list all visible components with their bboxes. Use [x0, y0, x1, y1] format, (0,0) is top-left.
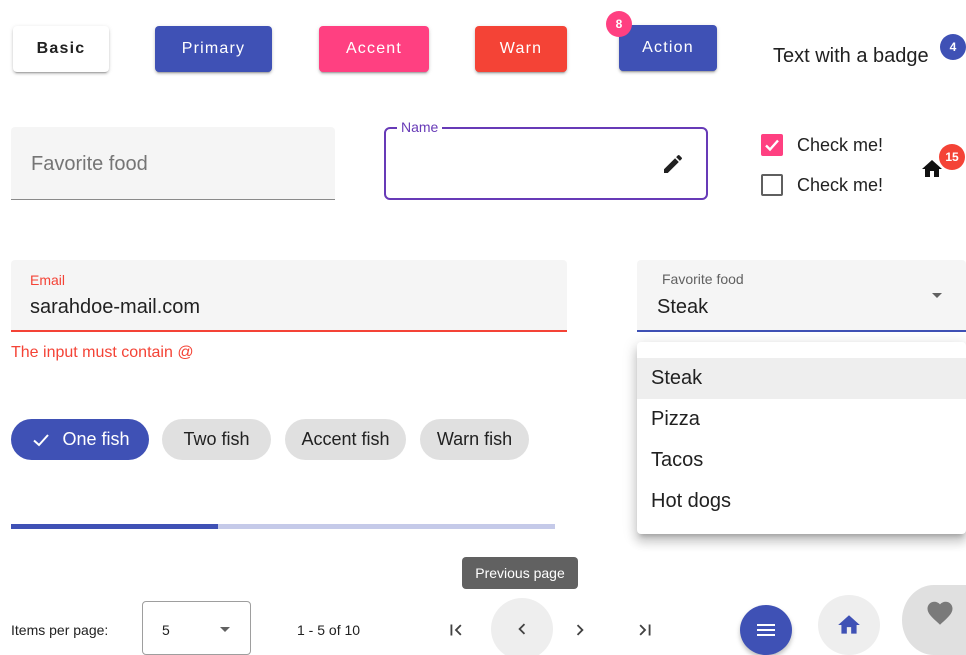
- food-dropdown-panel: Steak Pizza Tacos Hot dogs: [637, 342, 966, 534]
- food-select[interactable]: Favorite food Steak: [637, 260, 966, 332]
- first-page-icon: [450, 624, 462, 636]
- email-underline: [11, 330, 567, 332]
- checkbox-label-2: Check me!: [797, 175, 884, 195]
- email-label: Email: [30, 272, 66, 288]
- last-page-icon: [639, 624, 651, 636]
- home-badge: 15: [939, 144, 965, 170]
- chip-accent-fish[interactable]: Accent fish: [285, 419, 406, 460]
- food-select-value: Steak: [657, 296, 709, 318]
- primary-button[interactable]: Primary: [155, 26, 272, 72]
- chip-one-fish[interactable]: One fish: [11, 419, 149, 460]
- favorite-food-input[interactable]: Favorite food: [11, 127, 335, 200]
- check-icon: [33, 433, 50, 446]
- chevron-left-icon: [518, 623, 526, 635]
- chevron-right-icon: [576, 624, 584, 636]
- page-size-select[interactable]: 5: [142, 601, 251, 655]
- chip-warn-fish[interactable]: Warn fish: [420, 419, 529, 460]
- page-range-label: 1 - 5 of 10: [297, 622, 361, 638]
- progress-bar-fill: [11, 524, 218, 529]
- badge-text: Text with a badge: [773, 45, 929, 67]
- email-field[interactable]: Email sarahdoe-mail.com: [11, 260, 567, 332]
- pencil-icon: [661, 152, 685, 181]
- favorite-fab[interactable]: [902, 585, 966, 655]
- previous-page-button[interactable]: [491, 598, 553, 655]
- checkbox-checked[interactable]: [761, 134, 783, 156]
- chip-label: Two fish: [183, 429, 250, 449]
- accent-button[interactable]: Accent: [319, 26, 429, 72]
- chip-label: One fish: [62, 429, 130, 449]
- page-size-value: 5: [162, 622, 170, 638]
- menu-fab[interactable]: [740, 605, 792, 655]
- heart-icon: [927, 601, 953, 625]
- arrow-drop-down-icon: [217, 622, 233, 643]
- home-fab[interactable]: [818, 595, 880, 655]
- chip-two-fish[interactable]: Two fish: [162, 419, 271, 460]
- text-badge: 4: [940, 34, 966, 60]
- first-page-button[interactable]: [438, 612, 474, 648]
- option-steak[interactable]: Steak: [637, 358, 966, 399]
- email-error: The input must contain @: [11, 344, 194, 361]
- arrow-drop-down-icon: [929, 288, 945, 309]
- favorite-food-placeholder: Favorite food: [31, 153, 148, 175]
- items-per-page-label: Items per page:: [11, 622, 109, 638]
- action-badge: 8: [606, 11, 632, 37]
- check-icon: [765, 139, 779, 152]
- chip-label: Accent fish: [301, 429, 390, 449]
- email-value: sarahdoe-mail.com: [30, 296, 201, 318]
- name-label: Name: [397, 119, 443, 135]
- home-icon: [838, 615, 860, 634]
- select-underline: [637, 330, 966, 332]
- menu-icon: [757, 624, 775, 636]
- option-tacos[interactable]: Tacos: [637, 440, 966, 481]
- basic-button[interactable]: Basic: [13, 26, 109, 72]
- next-page-button[interactable]: [562, 612, 598, 648]
- last-page-button[interactable]: [627, 612, 663, 648]
- progress-bar: [11, 524, 555, 529]
- action-button[interactable]: Action: [619, 25, 717, 71]
- checkbox-unchecked[interactable]: [761, 174, 783, 196]
- name-field[interactable]: Name: [384, 119, 708, 200]
- input-underline: [11, 199, 335, 200]
- warn-button[interactable]: Warn: [475, 26, 567, 72]
- food-select-label: Favorite food: [662, 271, 744, 287]
- checkbox-label-1: Check me!: [797, 135, 884, 155]
- chip-label: Warn fish: [436, 429, 513, 449]
- option-hot-dogs[interactable]: Hot dogs: [637, 481, 966, 522]
- tooltip-previous-page: Previous page: [462, 557, 578, 589]
- option-pizza[interactable]: Pizza: [637, 399, 966, 440]
